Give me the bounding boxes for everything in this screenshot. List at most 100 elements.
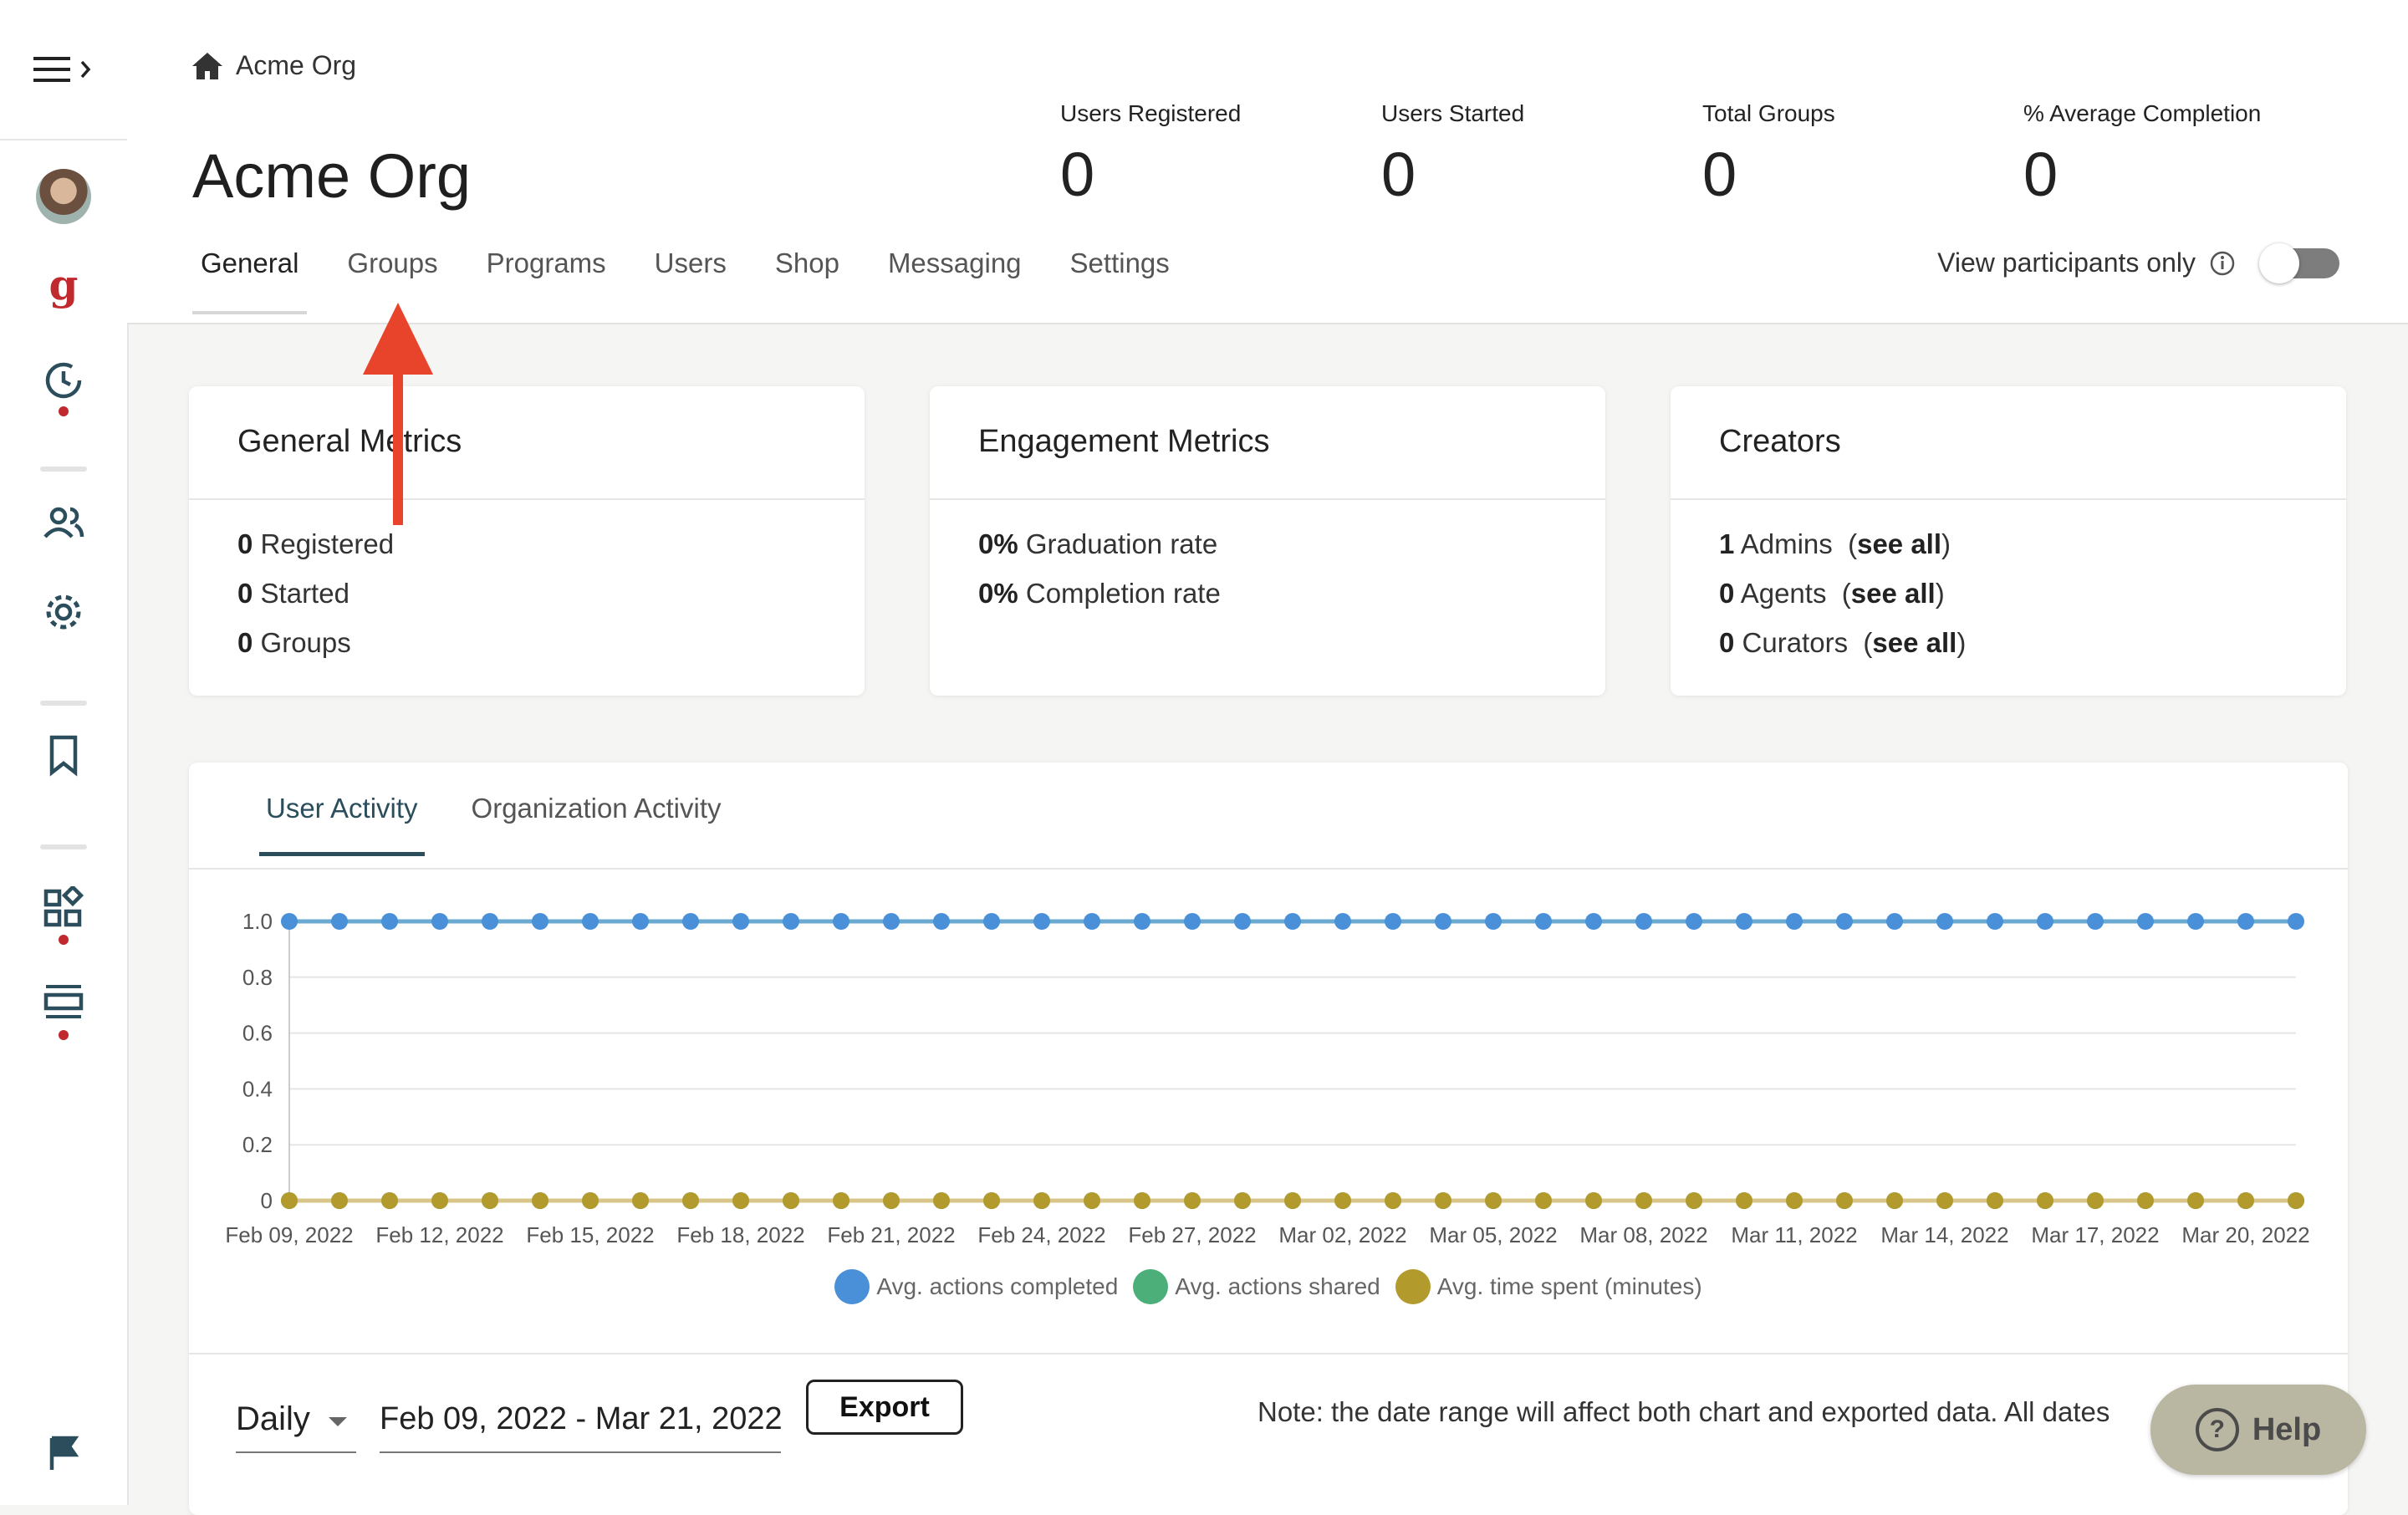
data-point (1084, 913, 1100, 930)
legend-label: Avg. actions shared (1175, 1273, 1380, 1299)
g-logo-icon: g (49, 264, 79, 309)
info-icon[interactable] (2209, 250, 2236, 277)
data-point (1836, 1192, 1853, 1209)
avatar-button[interactable] (0, 169, 127, 224)
x-tick-label: Mar 17, 2022 (2031, 1222, 2159, 1247)
data-point (331, 1192, 348, 1209)
interval-select[interactable]: Daily (236, 1386, 356, 1453)
metric-row: 0 Registered (237, 528, 816, 578)
user-activity-chart: 0 0.2 0.4 0.6 0.8 1.0 Feb 09, 2022 Feb 12, 2022… (225, 909, 2309, 1247)
data-point (2137, 913, 2154, 930)
brand-logo[interactable]: g (0, 264, 127, 314)
legend-item[interactable]: Avg. actions shared (1133, 1269, 1380, 1304)
menu-toggle-button[interactable] (33, 55, 94, 88)
data-point (2187, 1192, 2204, 1209)
x-tick-label: Mar 14, 2022 (1880, 1222, 2008, 1247)
chart-legend: Avg. actions completed Avg. actions shar… (189, 1269, 2348, 1304)
sidebar-item-widgets[interactable] (0, 886, 127, 928)
stat-total-groups: Total Groups 0 (1702, 100, 1835, 210)
widgets-icon (43, 886, 84, 927)
divider (189, 1353, 2348, 1354)
creator-row: 1 Admins (see all) (1719, 528, 1951, 559)
creators-card: Creators 1 Admins (see all) 0 Agents (se… (1671, 386, 2346, 696)
view-participants-toggle[interactable] (2259, 242, 2339, 283)
data-point (1987, 1192, 2003, 1209)
data-point (431, 913, 448, 930)
data-point (1134, 1192, 1150, 1209)
notification-dot (59, 1030, 69, 1040)
data-point (983, 913, 1000, 930)
see-all-link[interactable]: see all (1851, 578, 1936, 609)
x-tick-label: Mar 05, 2022 (1429, 1222, 1557, 1247)
help-button[interactable]: ? Help (2150, 1385, 2366, 1475)
page-title: Acme Org (192, 141, 472, 211)
data-point (381, 913, 398, 930)
data-point (1585, 913, 1602, 930)
card-title: Creators (1671, 386, 2346, 500)
data-point (1736, 1192, 1752, 1209)
tab-messaging[interactable]: Messaging (880, 247, 1030, 314)
stat-label: Users Started (1381, 100, 1525, 126)
tab-general[interactable]: General (192, 247, 308, 314)
metric-value: 0 (237, 528, 253, 559)
legend-label: Avg. actions completed (876, 1273, 1119, 1299)
data-point (582, 913, 599, 930)
general-metrics-card: General Metrics 0 Registered 0 Started 0… (189, 386, 865, 696)
date-range-note: Note: the date range will affect both ch… (1258, 1396, 2110, 1427)
see-all-link[interactable]: see all (1857, 528, 1941, 559)
x-tick-label: Feb 27, 2022 (1128, 1222, 1256, 1247)
data-point (883, 1192, 900, 1209)
data-point (431, 1192, 448, 1209)
data-point (1886, 1192, 1903, 1209)
x-tick-label: Feb 09, 2022 (225, 1222, 353, 1247)
breadcrumb-label: Acme Org (236, 50, 357, 80)
see-all-link[interactable]: see all (1872, 627, 1956, 658)
sidebar-item-flag[interactable] (0, 1435, 127, 1472)
metric-value: 0% (978, 578, 1018, 609)
data-point (682, 1192, 699, 1209)
legend-item[interactable]: Avg. actions completed (834, 1269, 1118, 1304)
creator-row: 0 Curators (see all) (1719, 627, 1967, 658)
data-point (883, 913, 900, 930)
export-button[interactable]: Export (806, 1380, 963, 1435)
tab-settings[interactable]: Settings (1062, 247, 1178, 314)
breadcrumb[interactable]: Acme Org (191, 50, 356, 81)
notification-dot (59, 935, 69, 945)
sidebar-item-users[interactable] (0, 505, 127, 542)
metric-row: 0% Completion rate (978, 578, 1557, 627)
legend-swatch (1395, 1269, 1431, 1304)
stat-label: Total Groups (1702, 100, 1835, 126)
data-point (1485, 913, 1502, 930)
metric-value: 0 (1719, 578, 1735, 609)
sidebar-header (0, 0, 127, 140)
data-point (783, 913, 799, 930)
legend-item[interactable]: Avg. time spent (minutes) (1395, 1269, 1702, 1304)
data-point (1234, 913, 1251, 930)
data-point (1987, 913, 2003, 930)
sidebar-item-history[interactable] (0, 360, 127, 401)
data-point (1084, 1192, 1100, 1209)
data-point (933, 1192, 950, 1209)
sidebar: g (0, 0, 129, 1505)
question-icon: ? (2195, 1408, 2239, 1451)
data-point (1485, 1192, 1502, 1209)
tab-programs[interactable]: Programs (478, 247, 615, 314)
tab-users[interactable]: Users (646, 247, 735, 314)
sidebar-item-layout[interactable] (0, 983, 127, 1022)
caret-down-icon (328, 1416, 347, 1426)
data-point (682, 913, 699, 930)
data-point (1284, 1192, 1301, 1209)
layout-list-icon (43, 985, 84, 1018)
y-tick-label: 1.0 (242, 909, 273, 934)
data-point (1786, 1192, 1803, 1209)
avatar (36, 169, 91, 224)
date-range-input[interactable]: Feb 09, 2022 - Mar 21, 2022 (380, 1386, 781, 1453)
sidebar-item-bookmarks[interactable] (0, 734, 127, 778)
y-tick-label: 0.2 (242, 1132, 273, 1157)
hamburger-icon (33, 57, 91, 82)
flag-icon (49, 1436, 79, 1470)
sidebar-item-settings[interactable] (0, 590, 127, 634)
data-point (281, 913, 298, 930)
data-point (1033, 913, 1050, 930)
tab-shop[interactable]: Shop (767, 247, 848, 314)
